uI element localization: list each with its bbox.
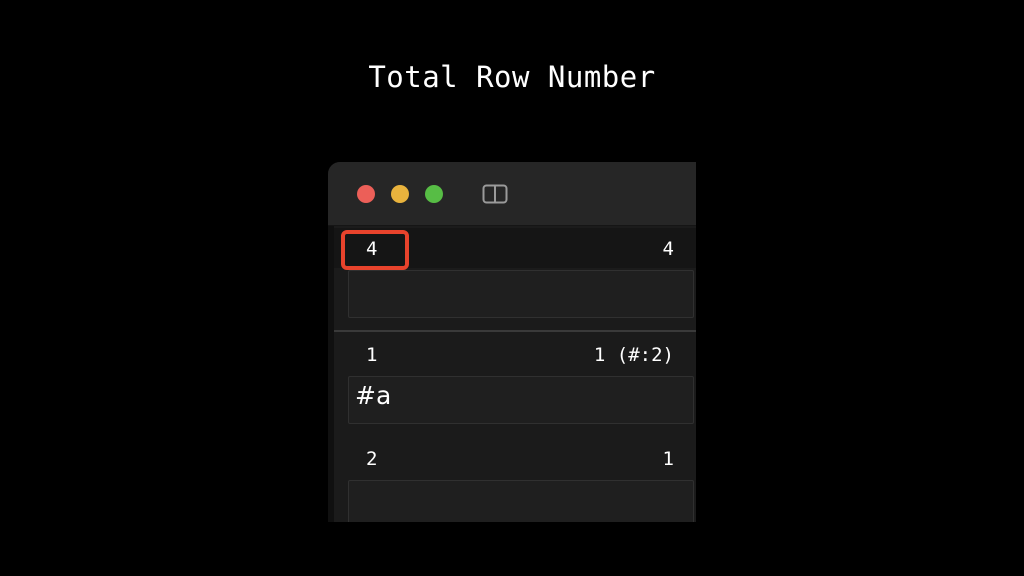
highlight-box (341, 230, 409, 270)
row-number: 1 (366, 344, 378, 366)
row-text-field[interactable] (348, 480, 694, 522)
title-bar (328, 162, 696, 226)
zoom-button[interactable] (425, 185, 443, 203)
app-window: 4 4 1 1 (#:2) #a 2 1 (328, 162, 696, 522)
close-button[interactable] (357, 185, 375, 203)
row-header: 1 1 (#:2) (334, 334, 696, 374)
row-count: 1 (#:2) (593, 344, 674, 366)
slide-title: Total Row Number (368, 60, 656, 94)
row-number: 2 (366, 448, 378, 470)
row-count: 4 (662, 238, 674, 260)
sidebar-toggle-icon[interactable] (482, 184, 508, 204)
row-text-field[interactable] (348, 270, 694, 318)
row-count: 1 (662, 448, 674, 470)
row-header: 2 1 (334, 438, 696, 478)
divider (334, 330, 696, 332)
row-text-field[interactable]: #a (348, 376, 694, 424)
minimize-button[interactable] (391, 185, 409, 203)
